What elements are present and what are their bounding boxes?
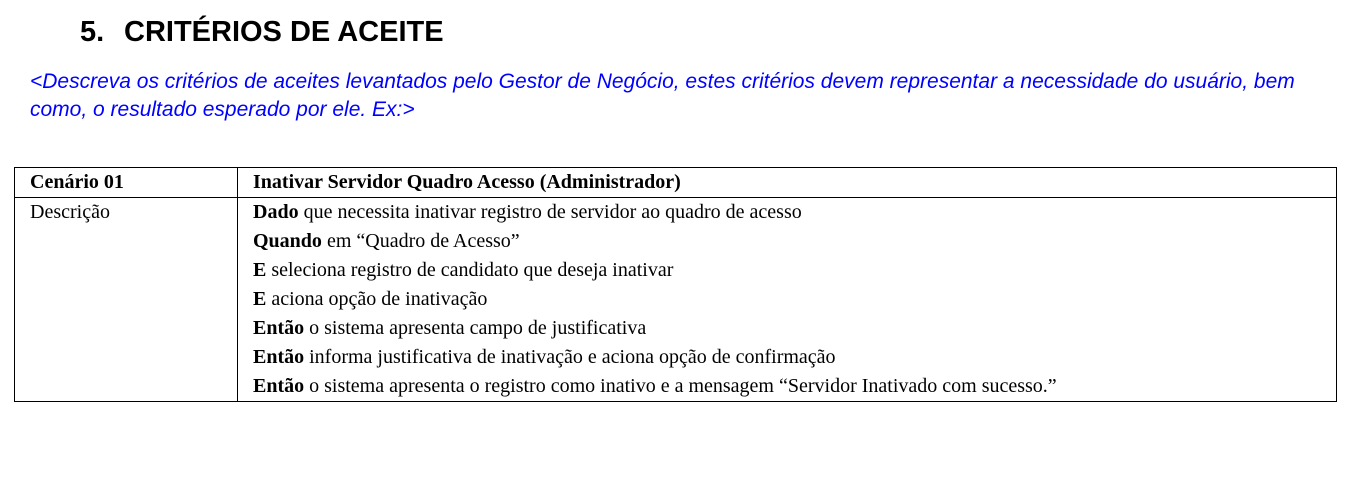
table-row: Descrição Dado que necessita inativar re… [14, 197, 1337, 402]
section-heading: 5. CRITÉRIOS DE ACEITE [80, 14, 444, 50]
scenario-id-cell: Cenário 01 [14, 167, 238, 198]
step-text: o sistema apresenta o registro como inat… [304, 375, 1057, 397]
step-line: Quando em “Quadro de Acesso” [253, 227, 1243, 256]
scenario-title-cell: Inativar Servidor Quadro Acesso (Adminis… [237, 167, 1337, 198]
step-text: que necessita inativar registro de servi… [298, 201, 802, 223]
step-text: aciona opção de inativação [266, 288, 488, 310]
step-text: em “Quadro de Acesso” [321, 230, 520, 252]
step-keyword: Quando [253, 230, 322, 252]
section-number: 5. [80, 16, 105, 48]
table-header-row: Cenário 01 Inativar Servidor Quadro Aces… [14, 167, 1337, 198]
step-keyword: Então [253, 317, 305, 339]
description-steps-cell: Dado que necessita inativar registro de … [237, 197, 1337, 402]
description-label-cell: Descrição [14, 197, 238, 402]
step-line: Dado que necessita inativar registro de … [253, 198, 1243, 227]
step-keyword: E [253, 288, 267, 310]
step-line: Então o sistema apresenta campo de justi… [253, 314, 1243, 343]
step-keyword: Dado [253, 201, 299, 223]
step-text: seleciona registro de candidato que dese… [266, 259, 674, 281]
step-line: E aciona opção de inativação [253, 285, 1243, 314]
step-keyword: E [253, 259, 267, 281]
step-line: Então o sistema apresenta o registro com… [253, 372, 1243, 401]
step-line: E seleciona registro de candidato que de… [253, 256, 1243, 285]
step-text: informa justificativa de inativação e ac… [304, 346, 836, 368]
section-title: CRITÉRIOS DE ACEITE [124, 16, 444, 48]
step-text: o sistema apresenta campo de justificati… [304, 317, 647, 339]
instruction-note: <Descreva os critérios de aceites levant… [30, 70, 1295, 121]
acceptance-criteria-table: Cenário 01 Inativar Servidor Quadro Aces… [14, 167, 1337, 402]
step-keyword: Então [253, 346, 305, 368]
step-line: Então informa justificativa de inativaçã… [253, 343, 1243, 372]
step-keyword: Então [253, 375, 305, 397]
